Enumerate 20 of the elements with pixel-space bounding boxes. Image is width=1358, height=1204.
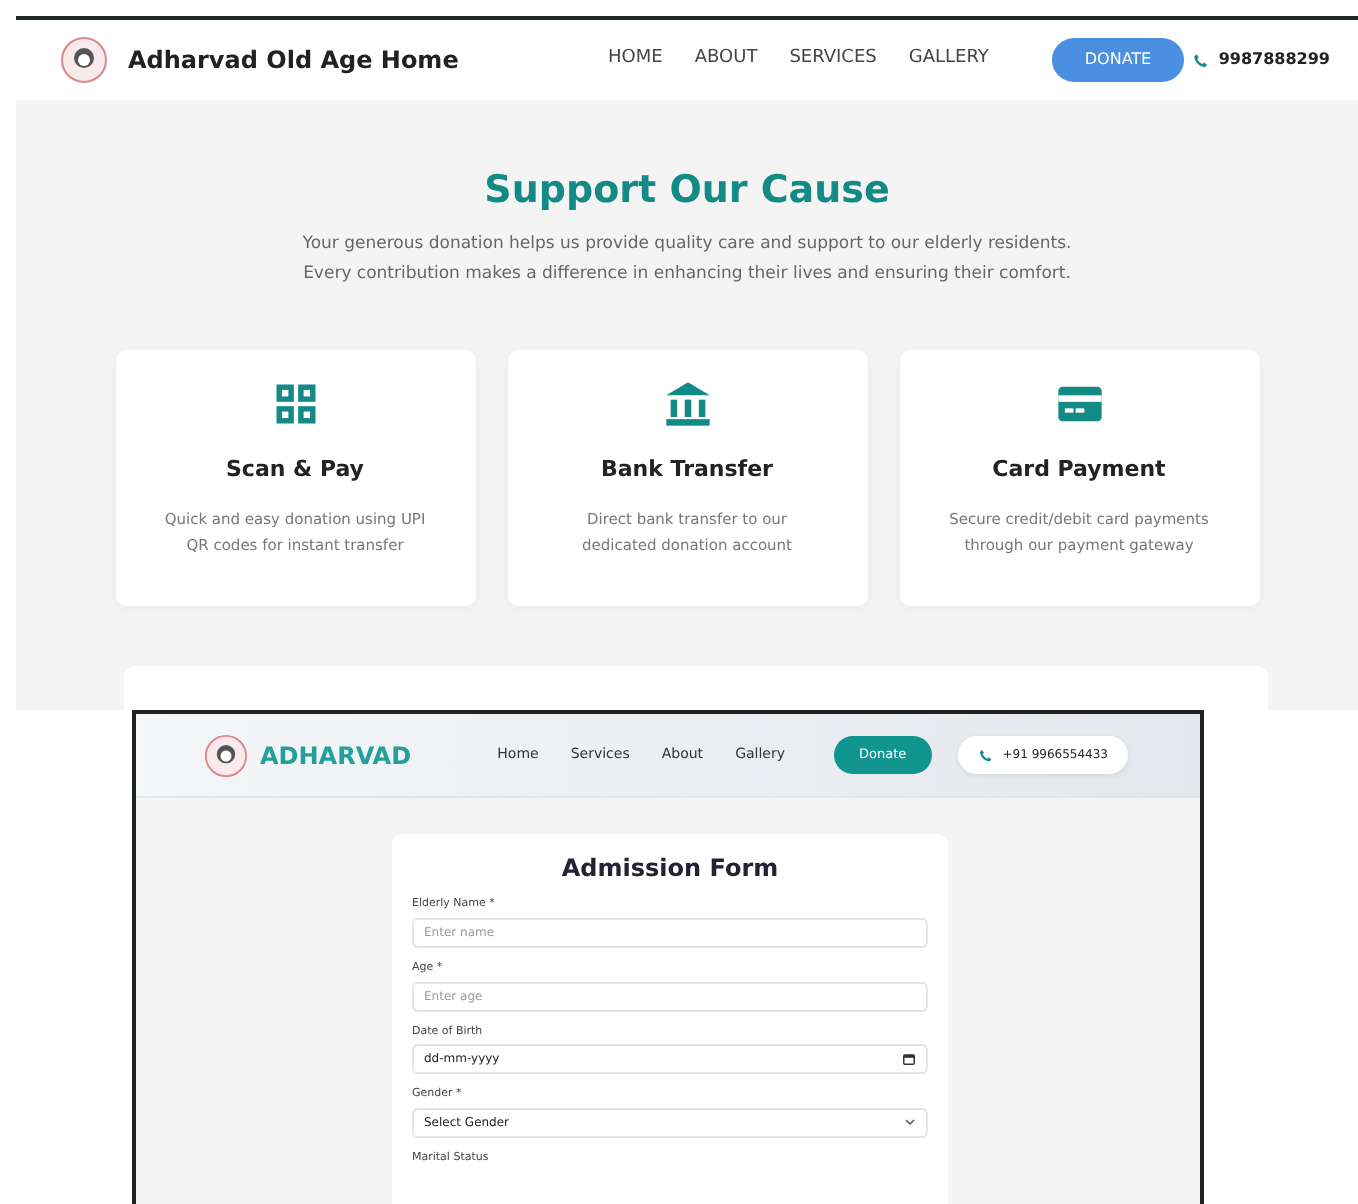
nav-link[interactable]: HOME bbox=[608, 46, 663, 74]
phone-icon bbox=[978, 747, 995, 763]
card-title: Scan & Pay bbox=[224, 454, 366, 487]
logo-icon bbox=[204, 733, 248, 777]
bank-icon bbox=[661, 378, 713, 431]
brand-name: ADHARVAD bbox=[260, 739, 412, 773]
section-title: Support Our Cause bbox=[482, 168, 892, 214]
card-title: Card Payment bbox=[990, 454, 1168, 487]
logo-icon bbox=[60, 36, 108, 84]
card-title: Bank Transfer bbox=[599, 454, 775, 487]
phone-icon bbox=[1192, 51, 1211, 69]
nav-link[interactable]: SERVICES bbox=[789, 46, 877, 74]
nav-link[interactable]: GALLERY bbox=[908, 46, 989, 74]
intro-text: Your generous donation helps us provide quality care and support to our elderly residents. Every contribution makes a difference in enhancing their lives and ensuring their comfort. bbox=[300, 231, 1074, 289]
form-title: Admission Form bbox=[559, 854, 781, 883]
caret-icon bbox=[904, 1116, 916, 1129]
phone-number: 9987888299 bbox=[1218, 48, 1330, 72]
nav-link[interactable]: ABOUT bbox=[694, 46, 758, 74]
calendar-icon bbox=[902, 1052, 916, 1067]
brand-name: Adharvad Old Age Home bbox=[128, 44, 459, 78]
